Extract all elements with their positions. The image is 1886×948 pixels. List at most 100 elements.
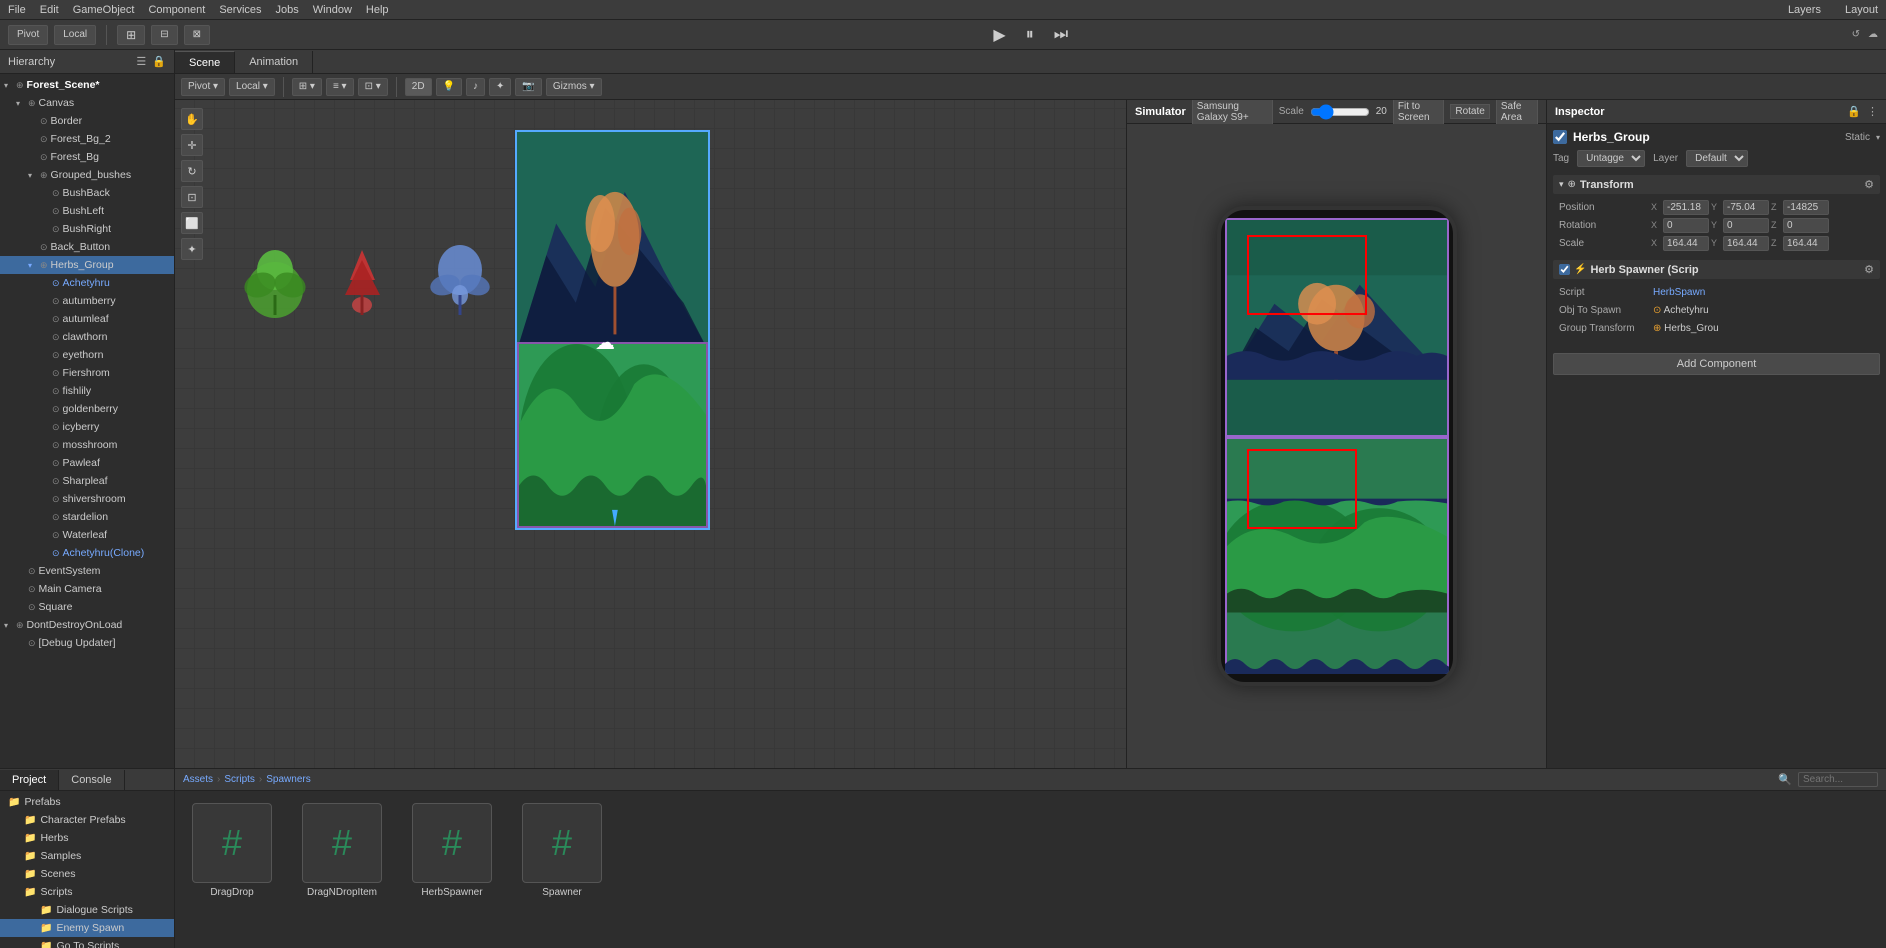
hierarchy-item-clawthorn[interactable]: ⊙clawthorn — [0, 328, 174, 346]
hierarchy-item-fishlily[interactable]: ⊙fishlily — [0, 382, 174, 400]
asset-DragNDropItem[interactable]: # DragNDropItem — [297, 803, 387, 898]
assets-search-icon[interactable]: 🔍 — [1778, 773, 1792, 786]
hierarchy-item-shivershroom[interactable]: ⊙shivershroom — [0, 490, 174, 508]
hierarchy-item-Achetyhru_Clone_[interactable]: ⊙Achetyhru(Clone) — [0, 544, 174, 562]
layers-dropdown[interactable]: Layers — [1788, 4, 1821, 16]
asset-HerbSpawner[interactable]: # HerbSpawner — [407, 803, 497, 898]
sim-fit-btn[interactable]: Fit to Screen — [1393, 100, 1445, 125]
hierarchy-item-Fiershrom[interactable]: ⊙Fiershrom — [0, 364, 174, 382]
tab-animation[interactable]: Animation — [235, 51, 313, 73]
breadcrumb-scripts[interactable]: Scripts — [224, 774, 255, 785]
folder-Dialogue_Scripts[interactable]: 📁Dialogue Scripts — [0, 901, 174, 919]
hierarchy-item-Pawleaf[interactable]: ⊙Pawleaf — [0, 454, 174, 472]
hierarchy-item-autumberry[interactable]: ⊙autumberry — [0, 292, 174, 310]
scene-local-btn[interactable]: Local ▾ — [229, 78, 275, 96]
scene-gizmo-btn[interactable]: ⊡ ▾ — [358, 78, 388, 96]
hierarchy-item-Sharpleaf[interactable]: ⊙Sharpleaf — [0, 472, 174, 490]
herb-spawner-header[interactable]: ⚡ Herb Spawner (Scrip ⚙ — [1553, 260, 1880, 279]
hierarchy-item-autumleaf[interactable]: ⊙autumleaf — [0, 310, 174, 328]
hierarchy-item-eyethorn[interactable]: ⊙eyethorn — [0, 346, 174, 364]
layer-dropdown[interactable]: Default — [1686, 150, 1748, 167]
inspector-lock-icon[interactable]: 🔒 — [1847, 105, 1861, 118]
inspector-more-icon[interactable]: ⋮ — [1867, 105, 1878, 118]
pos-x-input[interactable] — [1663, 200, 1709, 215]
scene-audio-btn[interactable]: ♪ — [466, 78, 485, 96]
gizmo-rect[interactable]: ⬜ — [181, 212, 203, 234]
hierarchy-item-_Debug_Updater_[interactable]: ⊙[Debug Updater] — [0, 634, 174, 652]
hierarchy-item-Canvas[interactable]: ▾⊕Canvas — [0, 94, 174, 112]
play-button[interactable]: ▶ — [987, 23, 1011, 47]
hierarchy-item-DontDestroyOnLoad[interactable]: ▾⊕DontDestroyOnLoad — [0, 616, 174, 634]
hierarchy-item-BushRight[interactable]: ⊙BushRight — [0, 220, 174, 238]
scale-z-input[interactable] — [1783, 236, 1829, 251]
transform-gear-icon[interactable]: ⚙ — [1864, 178, 1874, 191]
pivot-button[interactable]: Pivot — [8, 25, 48, 45]
menu-gameobject[interactable]: GameObject — [73, 4, 135, 16]
grid-button[interactable]: ⊞ — [117, 25, 145, 45]
scale-x-input[interactable] — [1663, 236, 1709, 251]
folder-Samples[interactable]: 📁Samples — [0, 847, 174, 865]
pos-y-input[interactable] — [1723, 200, 1769, 215]
gizmo-move[interactable]: ✛ — [181, 134, 203, 156]
scene-pivot-btn[interactable]: Pivot ▾ — [181, 78, 225, 96]
menu-window[interactable]: Window — [313, 4, 352, 16]
hierarchy-item-Back_Button[interactable]: ⊙Back_Button — [0, 238, 174, 256]
hierarchy-item-Forest_Scene_[interactable]: ▾⊕Forest_Scene* — [0, 76, 174, 94]
hierarchy-item-stardelion[interactable]: ⊙stardelion — [0, 508, 174, 526]
breadcrumb-assets[interactable]: Assets — [183, 774, 213, 785]
menu-jobs[interactable]: Jobs — [276, 4, 299, 16]
rot-x-input[interactable] — [1663, 218, 1709, 233]
herb-spawner-gear-icon[interactable]: ⚙ — [1864, 263, 1874, 276]
tag-dropdown[interactable]: Untagge — [1577, 150, 1645, 167]
hierarchy-item-Waterleaf[interactable]: ⊙Waterleaf — [0, 526, 174, 544]
pos-z-input[interactable] — [1783, 200, 1829, 215]
scene-grid-btn[interactable]: ⊞ ▾ — [292, 78, 322, 96]
hierarchy-item-Grouped_bushes[interactable]: ▾⊕Grouped_bushes — [0, 166, 174, 184]
menu-component[interactable]: Component — [148, 4, 205, 16]
tab-console[interactable]: Console — [59, 770, 124, 790]
assets-search-input[interactable] — [1798, 772, 1878, 787]
menu-services[interactable]: Services — [219, 4, 261, 16]
folder-Scenes[interactable]: 📁Scenes — [0, 865, 174, 883]
sim-rotate-btn[interactable]: Rotate — [1450, 104, 1489, 119]
hierarchy-lock-icon[interactable]: 🔒 — [152, 55, 166, 68]
sim-safe-area-btn[interactable]: Safe Area — [1496, 100, 1538, 125]
hierarchy-item-Forest_Bg_2[interactable]: ⊙Forest_Bg_2 — [0, 130, 174, 148]
asset-Spawner[interactable]: # Spawner — [517, 803, 607, 898]
scene-fx-btn[interactable]: ✦ — [489, 78, 511, 96]
hierarchy-item-icyberry[interactable]: ⊙icyberry — [0, 418, 174, 436]
herb-spawner-checkbox[interactable] — [1559, 264, 1570, 275]
gizmo-rotate[interactable]: ↻ — [181, 160, 203, 182]
folder-Go_To_Scripts[interactable]: 📁Go To Scripts — [0, 937, 174, 948]
hierarchy-item-Square[interactable]: ⊙Square — [0, 598, 174, 616]
add-component-button[interactable]: Add Component — [1553, 353, 1880, 375]
inspector-active-checkbox[interactable] — [1553, 130, 1567, 144]
simulator-tab[interactable]: Simulator — [1135, 106, 1186, 118]
script-value[interactable]: HerbSpawn — [1653, 287, 1705, 298]
transform-header[interactable]: ▾ ⊕ Transform ⚙ — [1553, 175, 1880, 194]
gizmo-scale[interactable]: ⊡ — [181, 186, 203, 208]
folder-Herbs[interactable]: 📁Herbs — [0, 829, 174, 847]
snap-button[interactable]: ⊟ — [151, 25, 177, 45]
folder-Prefabs[interactable]: 📁Prefabs — [0, 793, 174, 811]
scene-light-btn[interactable]: 💡 — [436, 78, 462, 96]
gizmo-hand[interactable]: ✋ — [181, 108, 203, 130]
sim-scale-slider[interactable] — [1310, 105, 1370, 119]
menu-edit[interactable]: Edit — [40, 4, 59, 16]
hierarchy-item-BushLeft[interactable]: ⊙BushLeft — [0, 202, 174, 220]
folder-Character_Prefabs[interactable]: 📁Character Prefabs — [0, 811, 174, 829]
gizmo-multi[interactable]: ✦ — [181, 238, 203, 260]
layout-dropdown[interactable]: Layout — [1845, 4, 1878, 16]
folder-Scripts[interactable]: 📁Scripts — [0, 883, 174, 901]
hierarchy-item-Herbs_Group[interactable]: ▾⊕Herbs_Group — [0, 256, 174, 274]
view-button[interactable]: ⊠ — [184, 25, 210, 45]
scene-gizmos-btn[interactable]: Gizmos ▾ — [546, 78, 602, 96]
sim-device-dropdown[interactable]: Samsung Galaxy S9+ — [1192, 100, 1273, 125]
tab-project[interactable]: Project — [0, 770, 59, 790]
menu-file[interactable]: File — [8, 4, 26, 16]
rot-z-input[interactable] — [1783, 218, 1829, 233]
scene-vis-btn[interactable]: ≡ ▾ — [326, 78, 354, 96]
pause-button[interactable]: ⏸ — [1020, 24, 1040, 46]
local-button[interactable]: Local — [54, 25, 96, 45]
hierarchy-item-Border[interactable]: ⊙Border — [0, 112, 174, 130]
